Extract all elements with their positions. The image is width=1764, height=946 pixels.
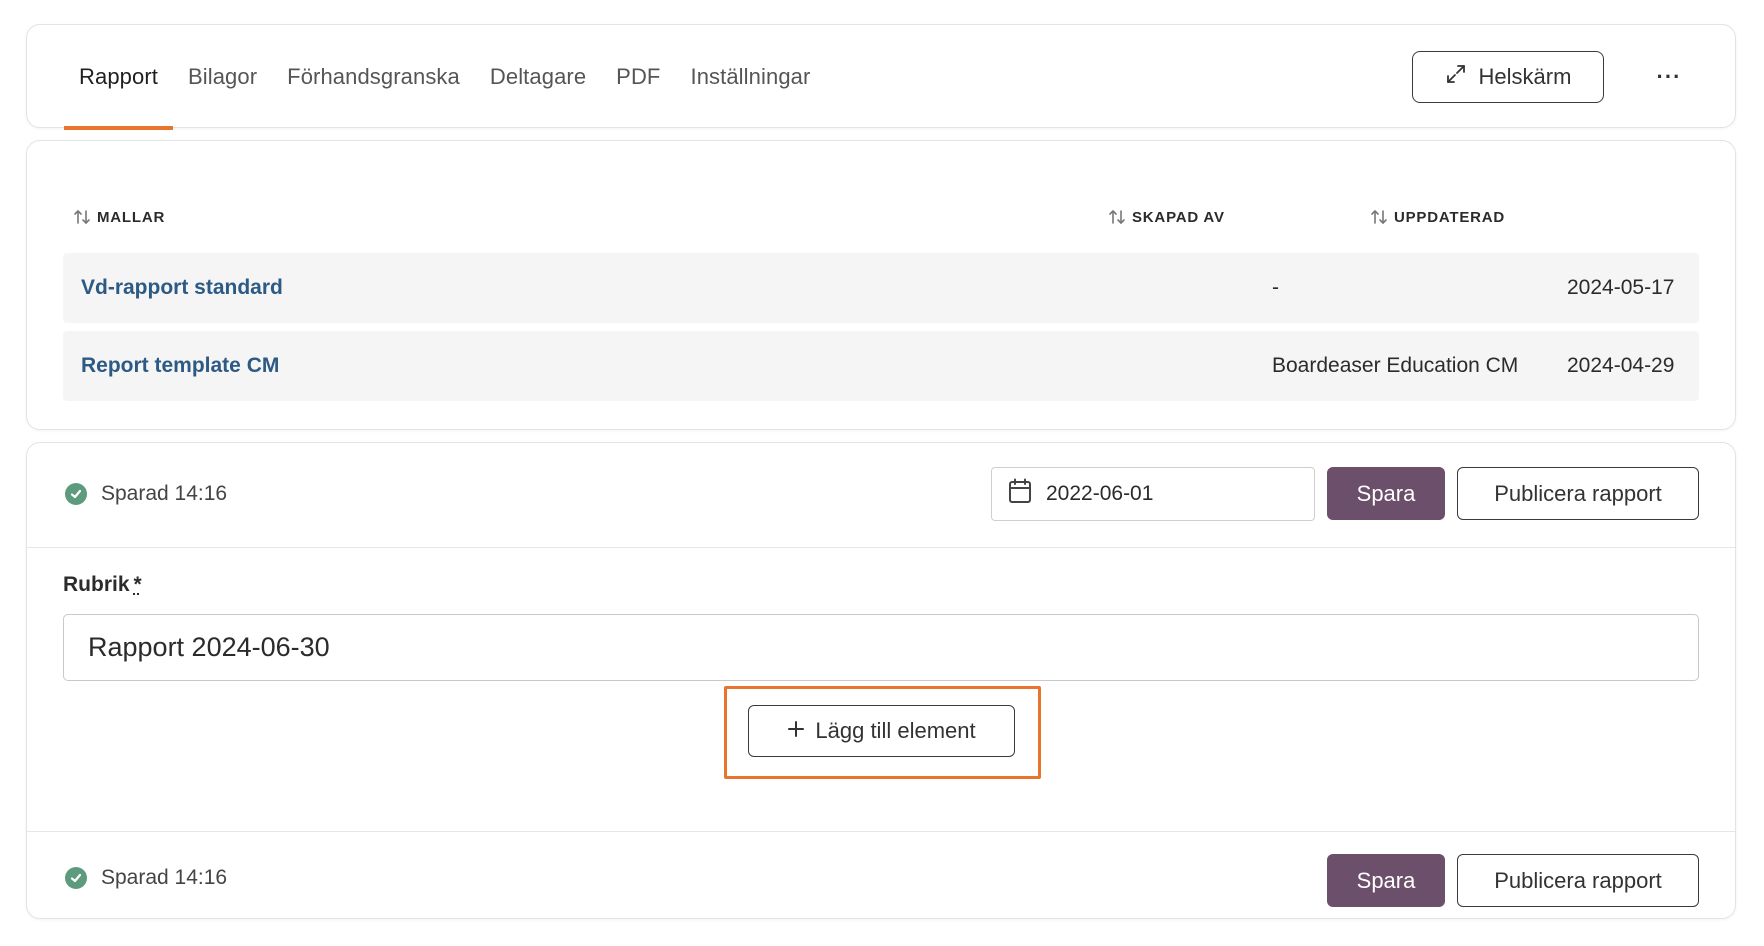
add-element-button[interactable]: Lägg till element <box>748 705 1015 757</box>
divider <box>27 831 1735 832</box>
save-button[interactable]: Spara <box>1327 467 1445 520</box>
date-field[interactable]: 2022-06-01 <box>991 467 1315 521</box>
template-name-link[interactable]: Report template CM <box>81 331 279 401</box>
tab-list: Rapport Bilagor Förhandsgranska Deltagar… <box>64 25 825 130</box>
saved-status-top: Sparad 14:16 <box>65 482 227 506</box>
title-label-text: Rubrik <box>63 573 130 596</box>
fullscreen-label: Helskärm <box>1478 64 1572 89</box>
tab-pdf[interactable]: PDF <box>601 25 675 129</box>
templates-table-card: MALLAR SKAPAD AV UPPDATERAD Vd-rapport s… <box>26 140 1736 430</box>
saved-status-text: Sparad 14:16 <box>101 482 228 505</box>
add-element-label: Lägg till element <box>815 718 976 743</box>
sort-icon <box>1108 208 1126 226</box>
tab-bar-card: Rapport Bilagor Förhandsgranska Deltagar… <box>26 24 1736 130</box>
tab-installningar[interactable]: Inställningar <box>675 25 825 129</box>
column-header-mallar[interactable]: MALLAR <box>73 205 165 229</box>
date-value: 2022-06-01 <box>1046 482 1154 505</box>
template-name-link[interactable]: Vd-rapport standard <box>81 253 283 323</box>
save-button-bottom[interactable]: Spara <box>1327 854 1445 907</box>
more-options-icon[interactable]: ··· <box>1649 61 1689 93</box>
saved-status-bottom: Sparad 14:16 <box>65 866 227 890</box>
template-created-by: Boardeaser Education CM <box>1272 354 1519 377</box>
tab-forhandsgranska[interactable]: Förhandsgranska <box>272 25 475 129</box>
expand-icon <box>1445 63 1467 91</box>
column-header-label: SKAPAD AV <box>1132 208 1225 226</box>
publish-report-button[interactable]: Publicera rapport <box>1457 467 1699 520</box>
fullscreen-button[interactable]: Helskärm <box>1412 51 1604 103</box>
publish-report-button-bottom[interactable]: Publicera rapport <box>1457 854 1699 907</box>
sort-icon <box>73 208 91 226</box>
column-header-label: UPPDATERAD <box>1394 208 1506 226</box>
column-header-label: MALLAR <box>97 208 166 226</box>
plus-icon <box>787 718 805 744</box>
check-circle-icon <box>65 483 87 505</box>
divider <box>27 547 1735 548</box>
saved-status-text: Sparad 14:16 <box>101 866 228 889</box>
template-updated: 2024-05-17 <box>1567 276 1675 299</box>
tab-deltagare[interactable]: Deltagare <box>475 25 601 129</box>
table-row[interactable]: Vd-rapport standard - 2024-05-17 <box>63 253 1699 323</box>
tab-bilagor[interactable]: Bilagor <box>173 25 272 129</box>
title-input[interactable]: Rapport 2024-06-30 <box>63 614 1699 681</box>
report-editor-card: Sparad 14:16 2022-06-01 Spara Publicera … <box>26 442 1736 919</box>
check-circle-icon <box>65 867 87 889</box>
template-updated: 2024-04-29 <box>1567 354 1675 377</box>
calendar-icon <box>1008 478 1032 510</box>
required-marker: * <box>133 573 142 596</box>
title-field-label: Rubrik * <box>63 573 142 597</box>
column-header-skapad-av[interactable]: SKAPAD AV <box>1108 205 1225 229</box>
column-header-uppdaterad[interactable]: UPPDATERAD <box>1370 205 1505 229</box>
table-row[interactable]: Report template CM Boardeaser Education … <box>63 331 1699 401</box>
template-created-by: - <box>1272 276 1279 299</box>
sort-icon <box>1370 208 1388 226</box>
tab-rapport[interactable]: Rapport <box>64 25 173 130</box>
